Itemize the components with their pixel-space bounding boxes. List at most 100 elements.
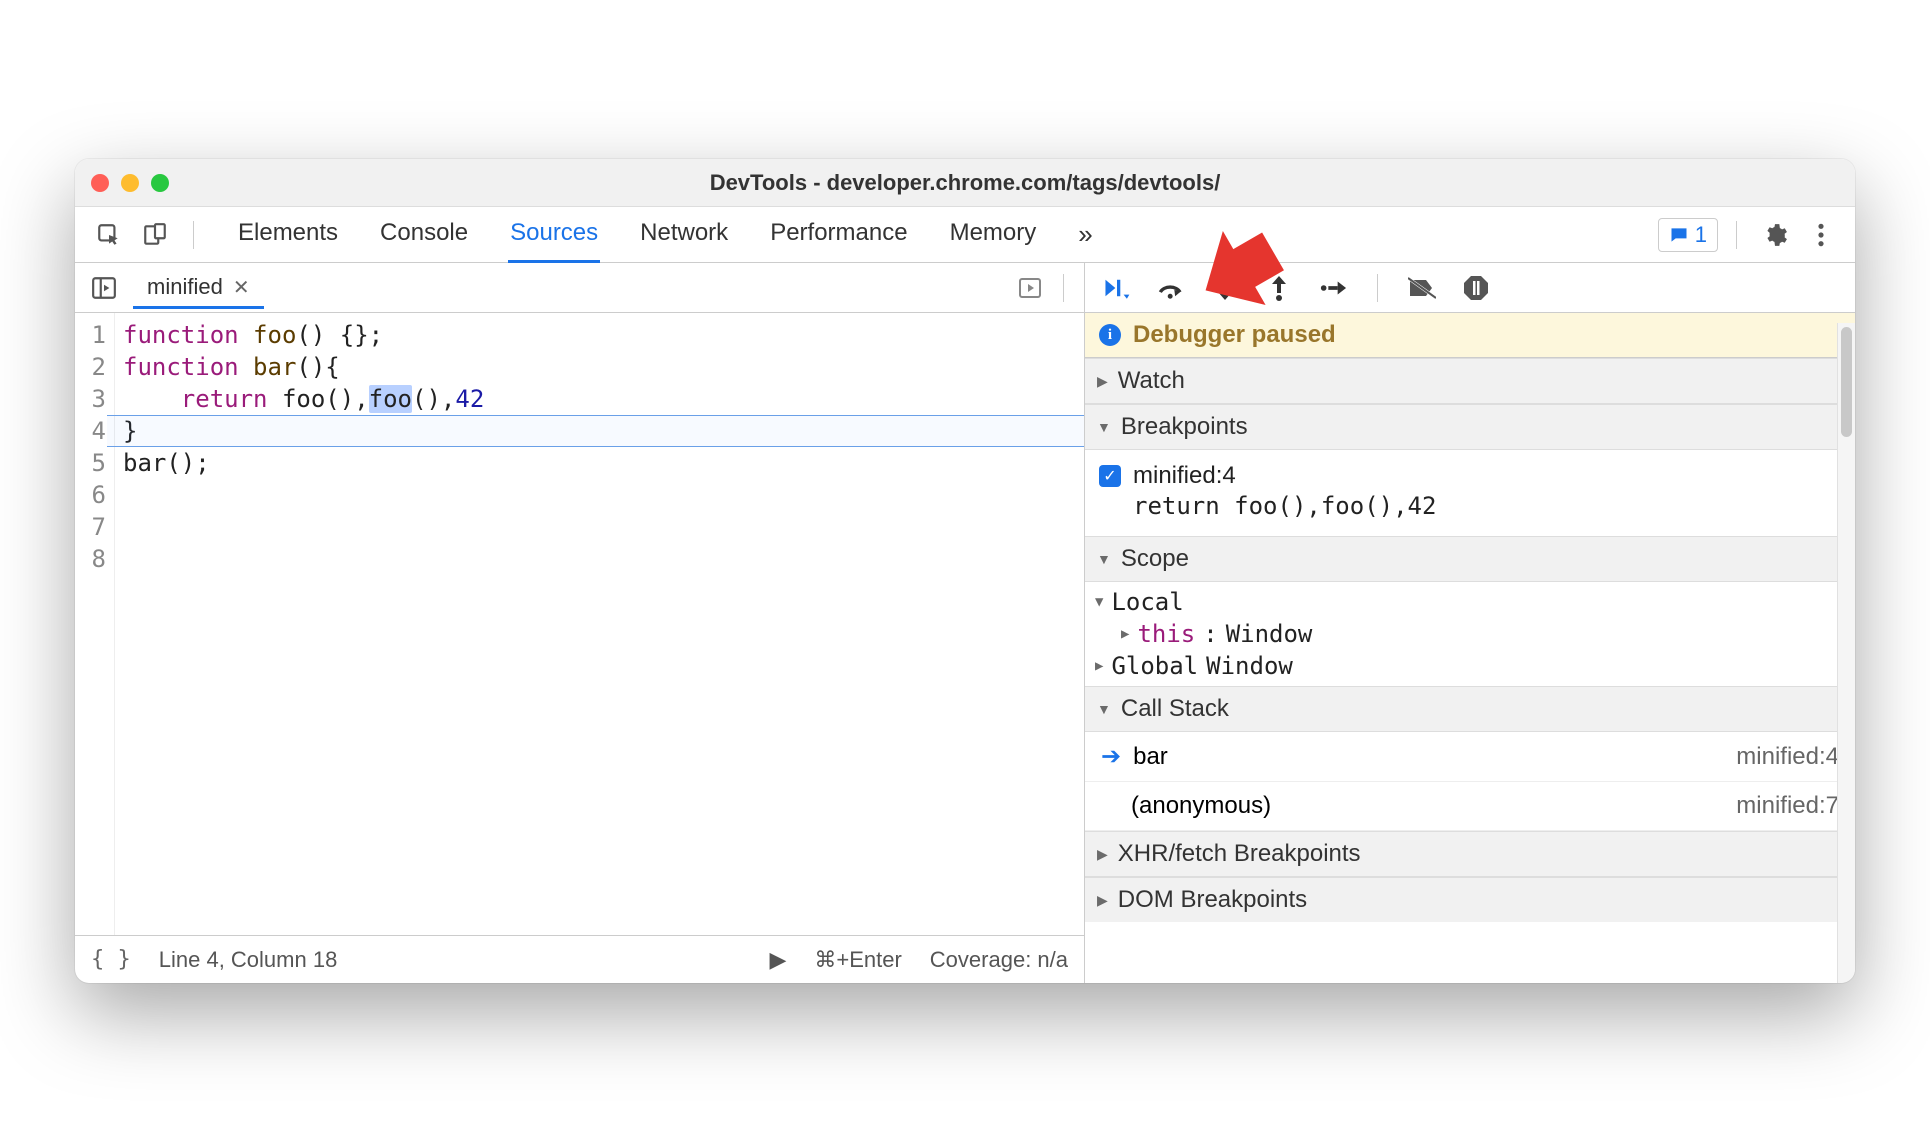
- tabs-overflow-button[interactable]: »: [1076, 207, 1094, 263]
- xhr-breakpoints-title: XHR/fetch Breakpoints: [1118, 840, 1361, 868]
- info-icon: i: [1099, 324, 1121, 346]
- message-icon: [1669, 225, 1689, 245]
- code-line[interactable]: function foo() {};: [123, 319, 1084, 351]
- cursor-position: Line 4, Column 18: [159, 947, 338, 973]
- callstack-pane-title: Call Stack: [1121, 695, 1229, 723]
- coverage-status: Coverage: n/a: [930, 947, 1068, 973]
- chevron-down-icon: ▼: [1095, 594, 1103, 610]
- step-button[interactable]: [1319, 274, 1347, 302]
- main-split: minified ✕ 12345678 function foo() {};fu…: [75, 263, 1855, 983]
- scope-local-row[interactable]: ▼ Local: [1085, 586, 1855, 618]
- chevron-right-icon: ▶: [1095, 658, 1103, 674]
- zoom-window-button[interactable]: [151, 174, 169, 192]
- pretty-print-icon[interactable]: { }: [91, 947, 131, 972]
- scope-global-value: Window: [1206, 652, 1845, 680]
- separator: [1736, 221, 1737, 249]
- close-window-button[interactable]: [91, 174, 109, 192]
- stack-frame-location: minified:4: [1736, 743, 1839, 771]
- breakpoint-label: minified:4: [1133, 462, 1236, 490]
- separator: [1377, 274, 1378, 302]
- run-shortcut: ⌘+Enter: [814, 947, 901, 973]
- xhr-breakpoints-pane-header[interactable]: ▶ XHR/fetch Breakpoints: [1085, 831, 1855, 877]
- tab-memory[interactable]: Memory: [948, 207, 1039, 263]
- scope-pane-body: ▼ Local ▶ this: Window ▶ Global Window: [1085, 582, 1855, 686]
- settings-icon[interactable]: [1755, 215, 1795, 255]
- chevron-down-icon: ▼: [1097, 419, 1111, 435]
- main-toolbar: Elements Console Sources Network Perform…: [75, 207, 1855, 263]
- scope-this-value: Window: [1226, 620, 1313, 648]
- tab-console[interactable]: Console: [378, 207, 470, 263]
- debugger-status-banner: i Debugger paused: [1085, 313, 1855, 358]
- separator: [1063, 274, 1064, 302]
- callstack-pane-header[interactable]: ▼ Call Stack: [1085, 686, 1855, 732]
- scope-this-key: this: [1137, 620, 1195, 648]
- issues-count: 1: [1695, 222, 1707, 248]
- stack-frame-name: (anonymous): [1131, 792, 1271, 820]
- breakpoints-pane-header[interactable]: ▼ Breakpoints: [1085, 404, 1855, 450]
- file-tab-minified[interactable]: minified ✕: [133, 266, 264, 309]
- chevron-down-icon: ▼: [1097, 701, 1111, 717]
- scope-local-label: Local: [1111, 588, 1183, 616]
- stack-frame-location: minified:7: [1736, 792, 1839, 820]
- dom-breakpoints-pane-header[interactable]: ▶ DOM Breakpoints: [1085, 877, 1855, 922]
- code-line[interactable]: function bar(){: [123, 351, 1084, 383]
- scrollbar[interactable]: [1837, 323, 1855, 983]
- resume-button[interactable]: [1103, 274, 1131, 302]
- breakpoints-pane-title: Breakpoints: [1121, 413, 1248, 441]
- devtools-window: DevTools - developer.chrome.com/tags/dev…: [75, 159, 1855, 983]
- chevron-right-icon: ▶: [1097, 846, 1108, 863]
- breakpoint-code: return foo(),foo(),42: [1133, 492, 1841, 520]
- kebab-menu-icon[interactable]: [1801, 215, 1841, 255]
- window-controls: [91, 174, 169, 192]
- editor-pane: minified ✕ 12345678 function foo() {};fu…: [75, 263, 1085, 983]
- run-snippet-icon[interactable]: [1009, 267, 1051, 309]
- close-icon[interactable]: ✕: [233, 275, 250, 300]
- code-line[interactable]: return foo(),foo(),42: [123, 383, 1084, 415]
- separator: [193, 221, 194, 249]
- breakpoints-pane-body: ✓ minified:4 return foo(),foo(),42: [1085, 450, 1855, 536]
- breakpoint-item[interactable]: ✓ minified:4 return foo(),foo(),42: [1099, 456, 1841, 526]
- current-frame-icon: ➔: [1101, 742, 1121, 771]
- editor-status-bar: { } Line 4, Column 18 ▶ ⌘+Enter Coverage…: [75, 935, 1084, 983]
- chevron-down-icon: ▼: [1097, 551, 1111, 567]
- inspect-element-icon[interactable]: [89, 215, 129, 255]
- device-toolbar-icon[interactable]: [135, 215, 175, 255]
- breakpoint-checkbox[interactable]: ✓: [1099, 465, 1121, 487]
- watch-pane-title: Watch: [1118, 367, 1185, 395]
- stack-frame-name: bar: [1133, 743, 1168, 771]
- scope-global-row[interactable]: ▶ Global Window: [1085, 650, 1855, 682]
- scope-global-label: Global: [1111, 652, 1198, 680]
- file-tab-label: minified: [147, 274, 223, 300]
- scope-pane-header[interactable]: ▼ Scope: [1085, 536, 1855, 582]
- line-gutter: 12345678: [75, 313, 115, 935]
- issues-button[interactable]: 1: [1658, 218, 1718, 252]
- navigator-toggle-icon[interactable]: [83, 267, 125, 309]
- code-editor[interactable]: 12345678 function foo() {};function bar(…: [75, 313, 1084, 935]
- minimize-window-button[interactable]: [121, 174, 139, 192]
- chevron-right-icon: ▶: [1097, 892, 1108, 909]
- scope-this-row[interactable]: ▶ this: Window: [1085, 618, 1855, 650]
- panel-tabs: Elements Console Sources Network Perform…: [236, 207, 1095, 263]
- tab-elements[interactable]: Elements: [236, 207, 340, 263]
- deactivate-breakpoints-button[interactable]: [1408, 274, 1436, 302]
- stack-frame[interactable]: ➔ bar minified:4: [1085, 732, 1855, 782]
- chevron-right-icon: ▶: [1121, 626, 1129, 642]
- run-icon[interactable]: ▶: [769, 947, 786, 973]
- tab-network[interactable]: Network: [638, 207, 730, 263]
- pause-on-exceptions-button[interactable]: [1462, 274, 1490, 302]
- callstack-pane-body: ➔ bar minified:4 (anonymous) minified:7: [1085, 732, 1855, 831]
- scope-pane-title: Scope: [1121, 545, 1189, 573]
- file-tab-bar: minified ✕: [75, 263, 1084, 313]
- tab-performance[interactable]: Performance: [768, 207, 909, 263]
- code-line[interactable]: bar();: [123, 447, 1084, 479]
- tab-sources[interactable]: Sources: [508, 207, 600, 263]
- titlebar: DevTools - developer.chrome.com/tags/dev…: [75, 159, 1855, 207]
- execution-line-highlight: [107, 415, 1084, 447]
- watch-pane-header[interactable]: ▶ Watch: [1085, 358, 1855, 404]
- code-content[interactable]: function foo() {};function bar(){ return…: [115, 313, 1084, 935]
- dom-breakpoints-title: DOM Breakpoints: [1118, 886, 1307, 914]
- chevron-right-icon: ▶: [1097, 373, 1108, 390]
- stack-frame[interactable]: (anonymous) minified:7: [1085, 782, 1855, 831]
- window-title: DevTools - developer.chrome.com/tags/dev…: [75, 170, 1855, 196]
- debugger-controls: [1085, 263, 1855, 313]
